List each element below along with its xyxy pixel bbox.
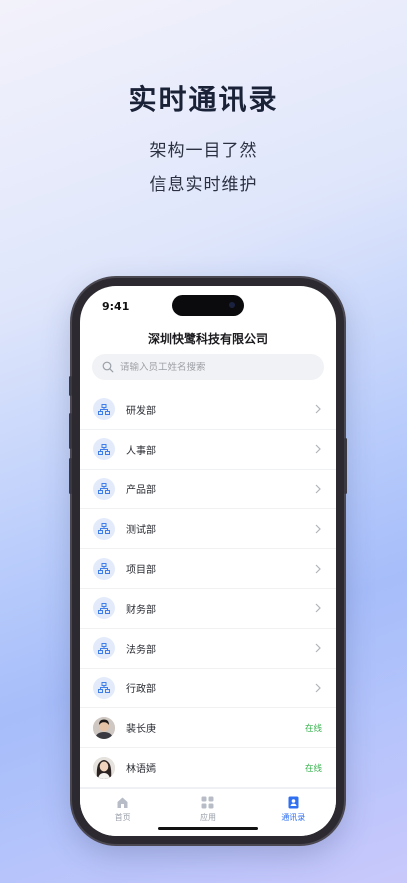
employee-name: 裴长庚	[126, 724, 156, 736]
department-label: 测试部	[126, 525, 156, 537]
status-badge: 在线	[304, 723, 322, 734]
dynamic-island	[172, 295, 244, 316]
avatar	[93, 756, 115, 779]
chevron-right-icon	[315, 484, 321, 494]
department-item[interactable]: 人事部	[80, 430, 336, 470]
contact-list: 研发部 人事部 产品部 测试部 项目部 财务部 法务部 行政部 裴长庚 在线 林…	[80, 390, 336, 788]
apps-grid-icon	[201, 796, 214, 809]
status-time: 9:41	[102, 300, 130, 313]
chevron-right-icon	[315, 603, 321, 613]
org-chart-icon	[93, 477, 115, 500]
chevron-right-icon	[315, 683, 321, 693]
org-chart-icon	[93, 438, 115, 461]
chevron-right-icon	[315, 524, 321, 534]
org-chart-icon	[93, 676, 115, 699]
phone-volume-up-button	[69, 413, 72, 449]
employee-item[interactable]: 裴长庚 在线	[80, 708, 336, 749]
org-chart-icon	[93, 597, 115, 620]
tab-label: 通讯录	[281, 813, 306, 822]
phone-power-button	[344, 438, 347, 494]
contacts-icon	[288, 796, 299, 809]
department-item[interactable]: 项目部	[80, 549, 336, 589]
hero-title: 实时通讯录	[128, 83, 279, 116]
home-indicator	[158, 827, 258, 830]
page-title: 深圳快鹭科技有限公司	[147, 332, 268, 346]
search-bar[interactable]	[92, 354, 324, 380]
avatar	[93, 716, 115, 739]
tab-label: 应用	[199, 813, 216, 822]
department-label: 研发部	[126, 405, 156, 417]
department-item[interactable]: 研发部	[80, 390, 336, 430]
phone-action-button	[69, 376, 72, 396]
department-label: 项目部	[126, 565, 156, 577]
tab-contacts[interactable]: 通讯录	[251, 789, 336, 836]
status-badge: 在线	[304, 763, 322, 774]
tab-label: 首页	[114, 813, 131, 822]
phone-screen: 9:41 深圳快鹭科技有限公司 研发部 人事部	[80, 286, 336, 836]
search-input[interactable]	[120, 361, 310, 373]
department-item[interactable]: 法务部	[80, 629, 336, 669]
department-label: 行政部	[126, 684, 156, 696]
phone-volume-down-button	[69, 458, 72, 494]
department-label: 法务部	[126, 644, 156, 656]
hero-subtitle-2: 信息实时维护	[149, 175, 258, 195]
department-label: 产品部	[126, 485, 156, 497]
tab-home[interactable]: 首页	[80, 789, 165, 836]
home-icon	[117, 797, 128, 808]
department-item[interactable]: 测试部	[80, 509, 336, 550]
search-icon	[102, 361, 114, 373]
employee-name: 林语嫣	[126, 764, 156, 776]
department-item[interactable]: 行政部	[80, 669, 336, 709]
chevron-right-icon	[315, 643, 321, 653]
org-chart-icon	[93, 398, 115, 421]
hero-subtitle-1: 架构一目了然	[149, 141, 258, 161]
org-chart-icon	[93, 637, 115, 660]
department-item[interactable]: 产品部	[80, 470, 336, 510]
phone-frame: 9:41 深圳快鹭科技有限公司 研发部 人事部	[69, 278, 347, 844]
employee-item[interactable]: 林语嫣 在线	[80, 748, 336, 788]
department-label: 财务部	[126, 604, 156, 616]
chevron-right-icon	[315, 404, 321, 414]
department-item[interactable]: 财务部	[80, 589, 336, 629]
org-chart-icon	[93, 557, 115, 580]
chevron-right-icon	[315, 444, 321, 454]
org-chart-icon	[93, 517, 115, 540]
department-label: 人事部	[126, 445, 156, 457]
camera-icon	[229, 302, 235, 308]
chevron-right-icon	[315, 564, 321, 574]
